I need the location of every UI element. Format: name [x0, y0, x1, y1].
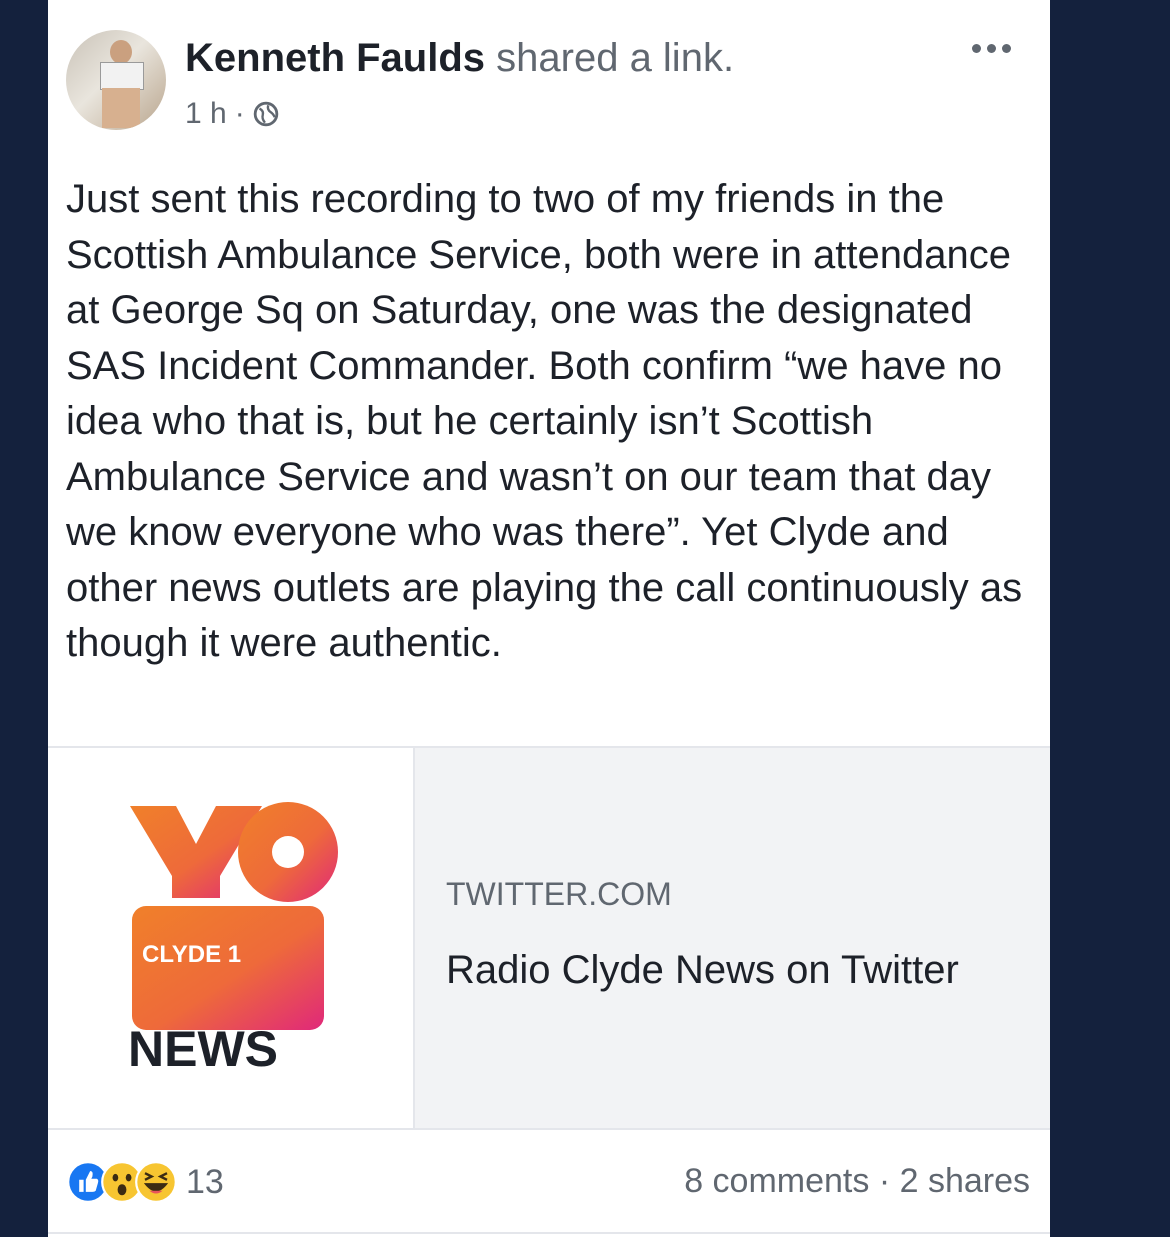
- post-meta: 1 h ·: [185, 97, 279, 131]
- shares-link[interactable]: 2 shares: [900, 1162, 1030, 1200]
- author-name[interactable]: Kenneth Faulds: [185, 36, 485, 80]
- reaction-count: 13: [186, 1162, 224, 1201]
- link-title[interactable]: Radio Clyde News on Twitter: [446, 948, 959, 993]
- post-card: Kenneth Faulds shared a link. 1 h · Just…: [48, 0, 1050, 1237]
- shared-action-text: shared a link.: [485, 36, 735, 80]
- meta-separator: ·: [234, 97, 245, 130]
- link-thumbnail: CLYDE 1 NEWS: [48, 748, 415, 1128]
- comments-link[interactable]: 8 comments: [684, 1162, 869, 1200]
- post-header: Kenneth Faulds shared a link.: [185, 36, 734, 81]
- footer-divider: [48, 1232, 1050, 1234]
- more-options-icon[interactable]: [972, 44, 1016, 58]
- post-body-text: Just sent this recording to two of my fr…: [66, 177, 1023, 665]
- globe-icon: [253, 101, 278, 127]
- clyde1-news-logo: CLYDE 1 NEWS: [128, 802, 338, 1077]
- link-domain: TWITTER.COM: [446, 876, 672, 912]
- haha-icon: [135, 1161, 177, 1203]
- author-avatar[interactable]: [66, 30, 166, 130]
- post-stats: 8 comments · 2 shares: [684, 1162, 1030, 1201]
- logo-text-news: NEWS: [128, 1021, 278, 1077]
- link-preview[interactable]: CLYDE 1 NEWS TWITTER.COM Radio Clyde New…: [48, 746, 1050, 1130]
- stats-separator: ·: [869, 1162, 900, 1200]
- reactions-summary[interactable]: 13: [66, 1160, 224, 1204]
- logo-text-clyde1: CLYDE 1: [142, 941, 241, 968]
- post-timestamp[interactable]: 1 h: [185, 97, 227, 131]
